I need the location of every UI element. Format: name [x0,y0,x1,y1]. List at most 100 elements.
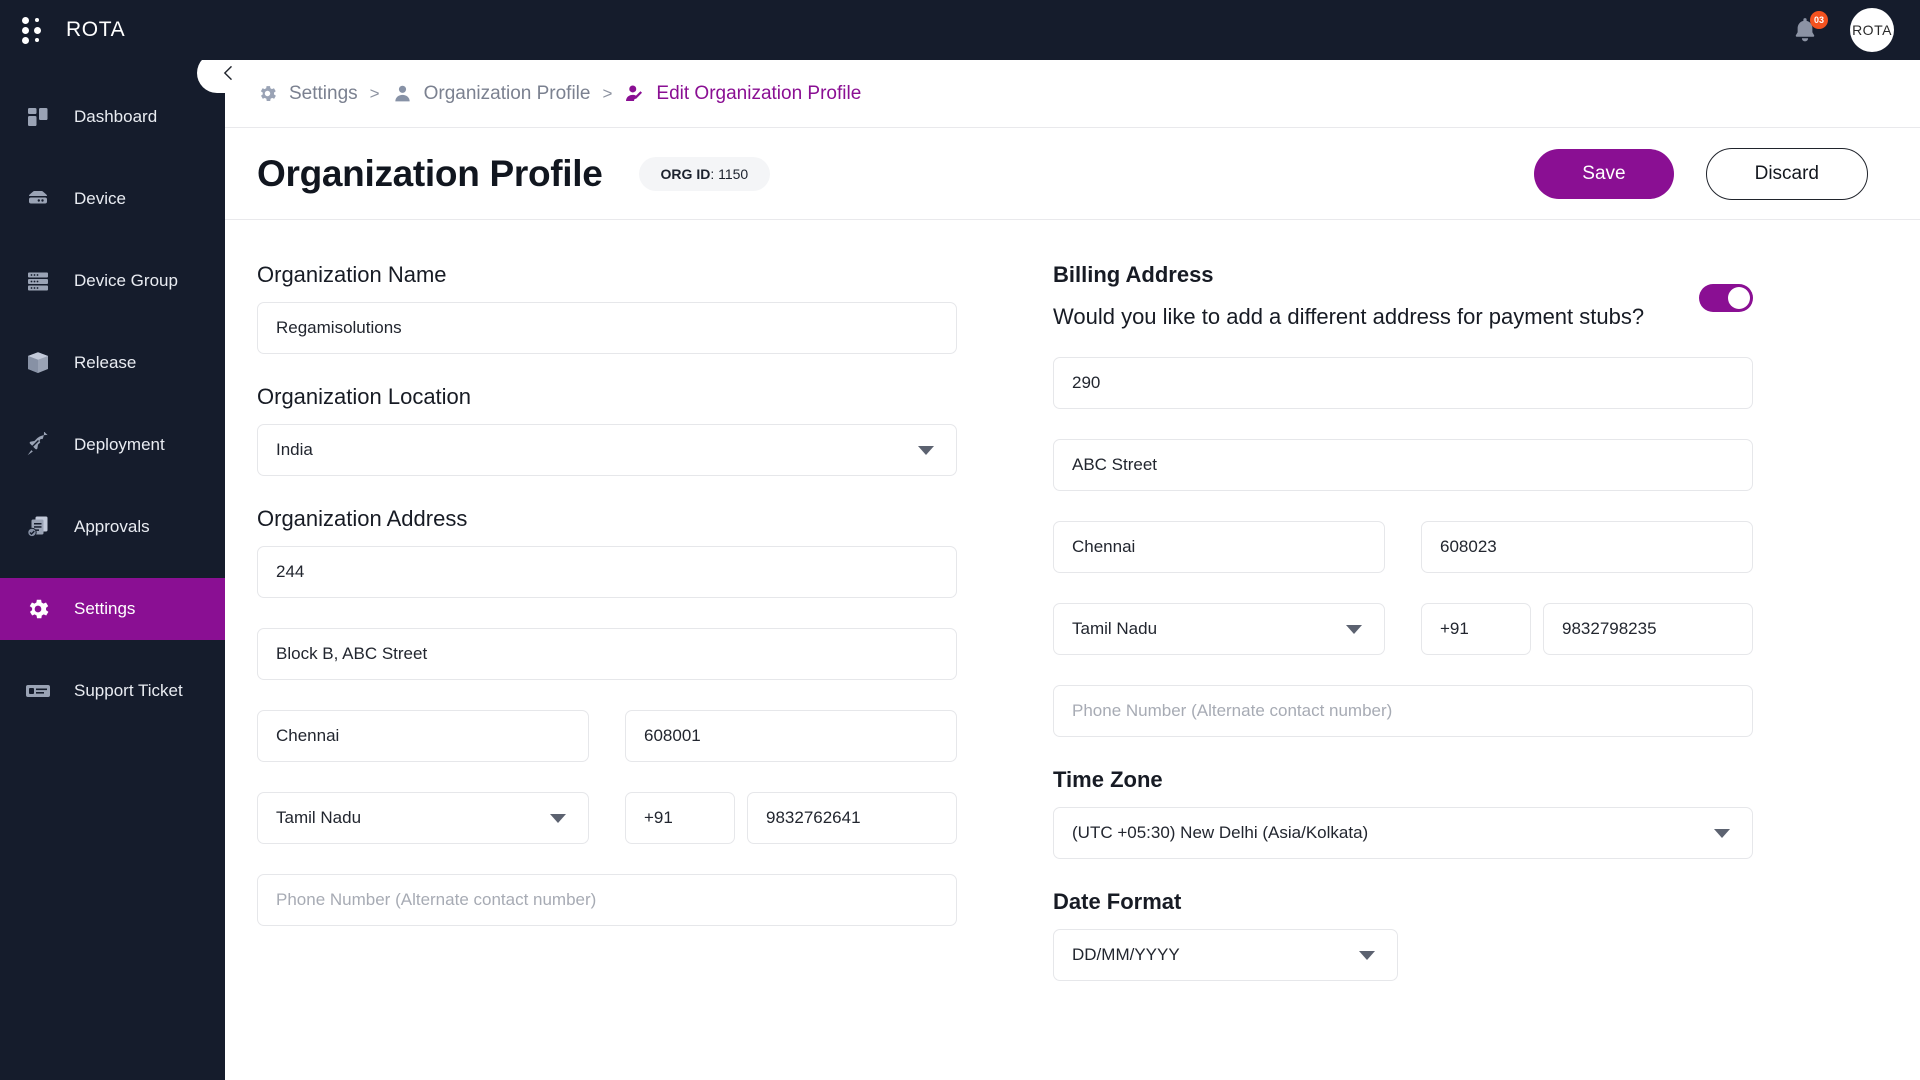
billing-city-postal-row: Chennai 608023 [1053,521,1753,574]
sidebar: Dashboard Device Device Group Release De… [0,60,225,1080]
save-button[interactable]: Save [1534,148,1674,199]
date-format-select[interactable]: DD/MM/YYYY [1053,929,1398,982]
org-city-postal-row: Chennai 608001 [257,710,957,762]
billing-question: Would you like to add a different addres… [1053,304,1645,329]
device-group-icon [24,267,52,295]
breadcrumb-label: Settings [289,82,358,104]
organization-details-column: Organization Name Regamisolutions Organi… [257,262,957,1080]
avatar[interactable]: ROTA [1850,8,1894,52]
sidebar-item-release[interactable]: Release [0,332,225,394]
dashboard-icon [24,103,52,131]
breadcrumb-item-edit-organization-profile[interactable]: Edit Organization Profile [624,83,861,105]
dots-grid-icon [22,15,48,45]
person-icon [394,85,410,102]
approvals-document-icon [24,513,52,541]
billing-address-line1-input[interactable]: 290 [1053,357,1753,410]
gear-icon [260,86,276,101]
organization-name-label: Organization Name [257,262,447,287]
form-area: Organization Name Regamisolutions Organi… [225,220,1920,1080]
breadcrumb-item-settings[interactable]: Settings [257,83,358,105]
org-id-label: ORG ID [660,165,711,182]
sidebar-item-label: Device [74,189,126,208]
org-phone-input[interactable]: 9832762641 [747,792,957,844]
org-city-input[interactable]: Chennai [257,710,589,762]
billing-state-select[interactable]: Tamil Nadu [1053,603,1385,656]
sidebar-item-device-group[interactable]: Device Group [0,250,225,312]
organization-name-input[interactable]: Regamisolutions [257,302,957,354]
billing-details-column: Billing Address Would you like to add a … [1053,262,1753,1080]
org-state-value: Tamil Nadu [276,808,362,827]
org-address-line1-input[interactable]: 244 [257,546,957,598]
app-shell: Dashboard Device Device Group Release De… [0,53,1920,1080]
date-format-value: DD/MM/YYYY [1072,945,1180,965]
org-id-value: : 1150 [710,165,749,182]
billing-country-code-input[interactable]: +91 [1421,603,1531,656]
top-bar: ROTA 03 ROTA [0,0,1920,60]
header-actions: Save Discard [1534,147,1868,200]
billing-state-value: Tamil Nadu [1072,619,1158,639]
sidebar-item-label: Device Group [74,271,178,290]
content-area: Settings > Organization Profile > Edit O… [197,53,1920,1080]
sidebar-item-settings[interactable]: Settings [0,578,225,640]
sidebar-item-support-ticket[interactable]: Support Ticket [0,660,225,722]
rocket-icon [24,431,52,459]
billing-header: Billing Address Would you like to add a … [1053,262,1753,331]
time-zone-select[interactable]: (UTC +05:30) New Delhi (Asia/Kolkata) [1053,807,1753,860]
organization-location-value: India [276,440,313,459]
notification-button[interactable]: 03 [1790,11,1828,46]
breadcrumb: Settings > Organization Profile > Edit O… [225,60,1920,128]
sidebar-item-label: Dashboard [74,107,158,126]
sidebar-item-device[interactable]: Device [0,168,225,230]
breadcrumb-separator: > [602,83,613,103]
sidebar-item-deployment[interactable]: Deployment [0,414,225,476]
breadcrumb-separator: > [369,83,380,103]
release-box-icon [24,349,52,377]
chevron-down-icon [1346,624,1362,634]
gear-icon [24,595,52,623]
breadcrumb-item-organization-profile[interactable]: Organization Profile [392,82,591,105]
organization-location-label: Organization Location [257,384,472,409]
org-address-line2-input[interactable]: Block B, ABC Street [257,628,957,680]
sidebar-item-approvals[interactable]: Approvals [0,496,225,558]
org-postal-code-input[interactable]: 608001 [625,710,957,762]
org-country-code-input[interactable]: +91 [625,792,735,844]
billing-city-input[interactable]: Chennai [1053,521,1385,574]
top-bar-actions: 03 ROTA [1790,8,1894,52]
billing-phone-input[interactable]: 9832798235 [1543,603,1753,656]
brand-name: ROTA [66,18,126,41]
breadcrumb-label: Edit Organization Profile [656,82,862,104]
support-ticket-icon [24,677,52,705]
organization-location-select[interactable]: India [257,424,957,476]
billing-state-phone-row: Tamil Nadu +91 9832798235 [1053,603,1753,656]
chevron-down-icon [918,445,934,455]
brand[interactable]: ROTA [22,15,125,45]
sidebar-item-label: Approvals [74,517,150,536]
org-alt-phone-input[interactable]: Phone Number (Alternate contact number) [257,874,957,926]
person-edit-icon [626,85,643,101]
organization-address-label: Organization Address [257,506,468,531]
page-title: Organization Profile [257,152,603,194]
breadcrumb-label: Organization Profile [423,82,591,104]
org-id-badge: ORG ID: 1150 [638,156,771,191]
org-state-select[interactable]: Tamil Nadu [257,792,589,844]
sidebar-item-label: Deployment [74,435,165,454]
org-state-phone-row: Tamil Nadu +91 9832762641 [257,792,957,844]
sidebar-item-dashboard[interactable]: Dashboard [0,86,225,148]
sidebar-item-label: Support Ticket [74,681,183,700]
device-icon [24,185,52,213]
billing-alt-phone-input[interactable]: Phone Number (Alternate contact number) [1053,685,1753,738]
sidebar-item-label: Settings [74,599,136,618]
billing-address-toggle[interactable] [1699,284,1753,312]
billing-address-title: Billing Address [1053,262,1214,287]
date-format-label: Date Format [1053,889,1182,915]
billing-fields: 290 ABC Street Chennai 608023 Tamil Nadu [1053,357,1753,982]
billing-address-line2-input[interactable]: ABC Street [1053,439,1753,492]
notification-badge: 03 [1810,11,1828,29]
sidebar-item-label: Release [74,353,137,372]
time-zone-value: (UTC +05:30) New Delhi (Asia/Kolkata) [1072,823,1369,843]
discard-button[interactable]: Discard [1705,147,1868,200]
toggle-knob [1728,287,1750,309]
time-zone-label: Time Zone [1053,767,1163,793]
billing-postal-code-input[interactable]: 608023 [1421,521,1753,574]
chevron-down-icon [1714,828,1730,838]
